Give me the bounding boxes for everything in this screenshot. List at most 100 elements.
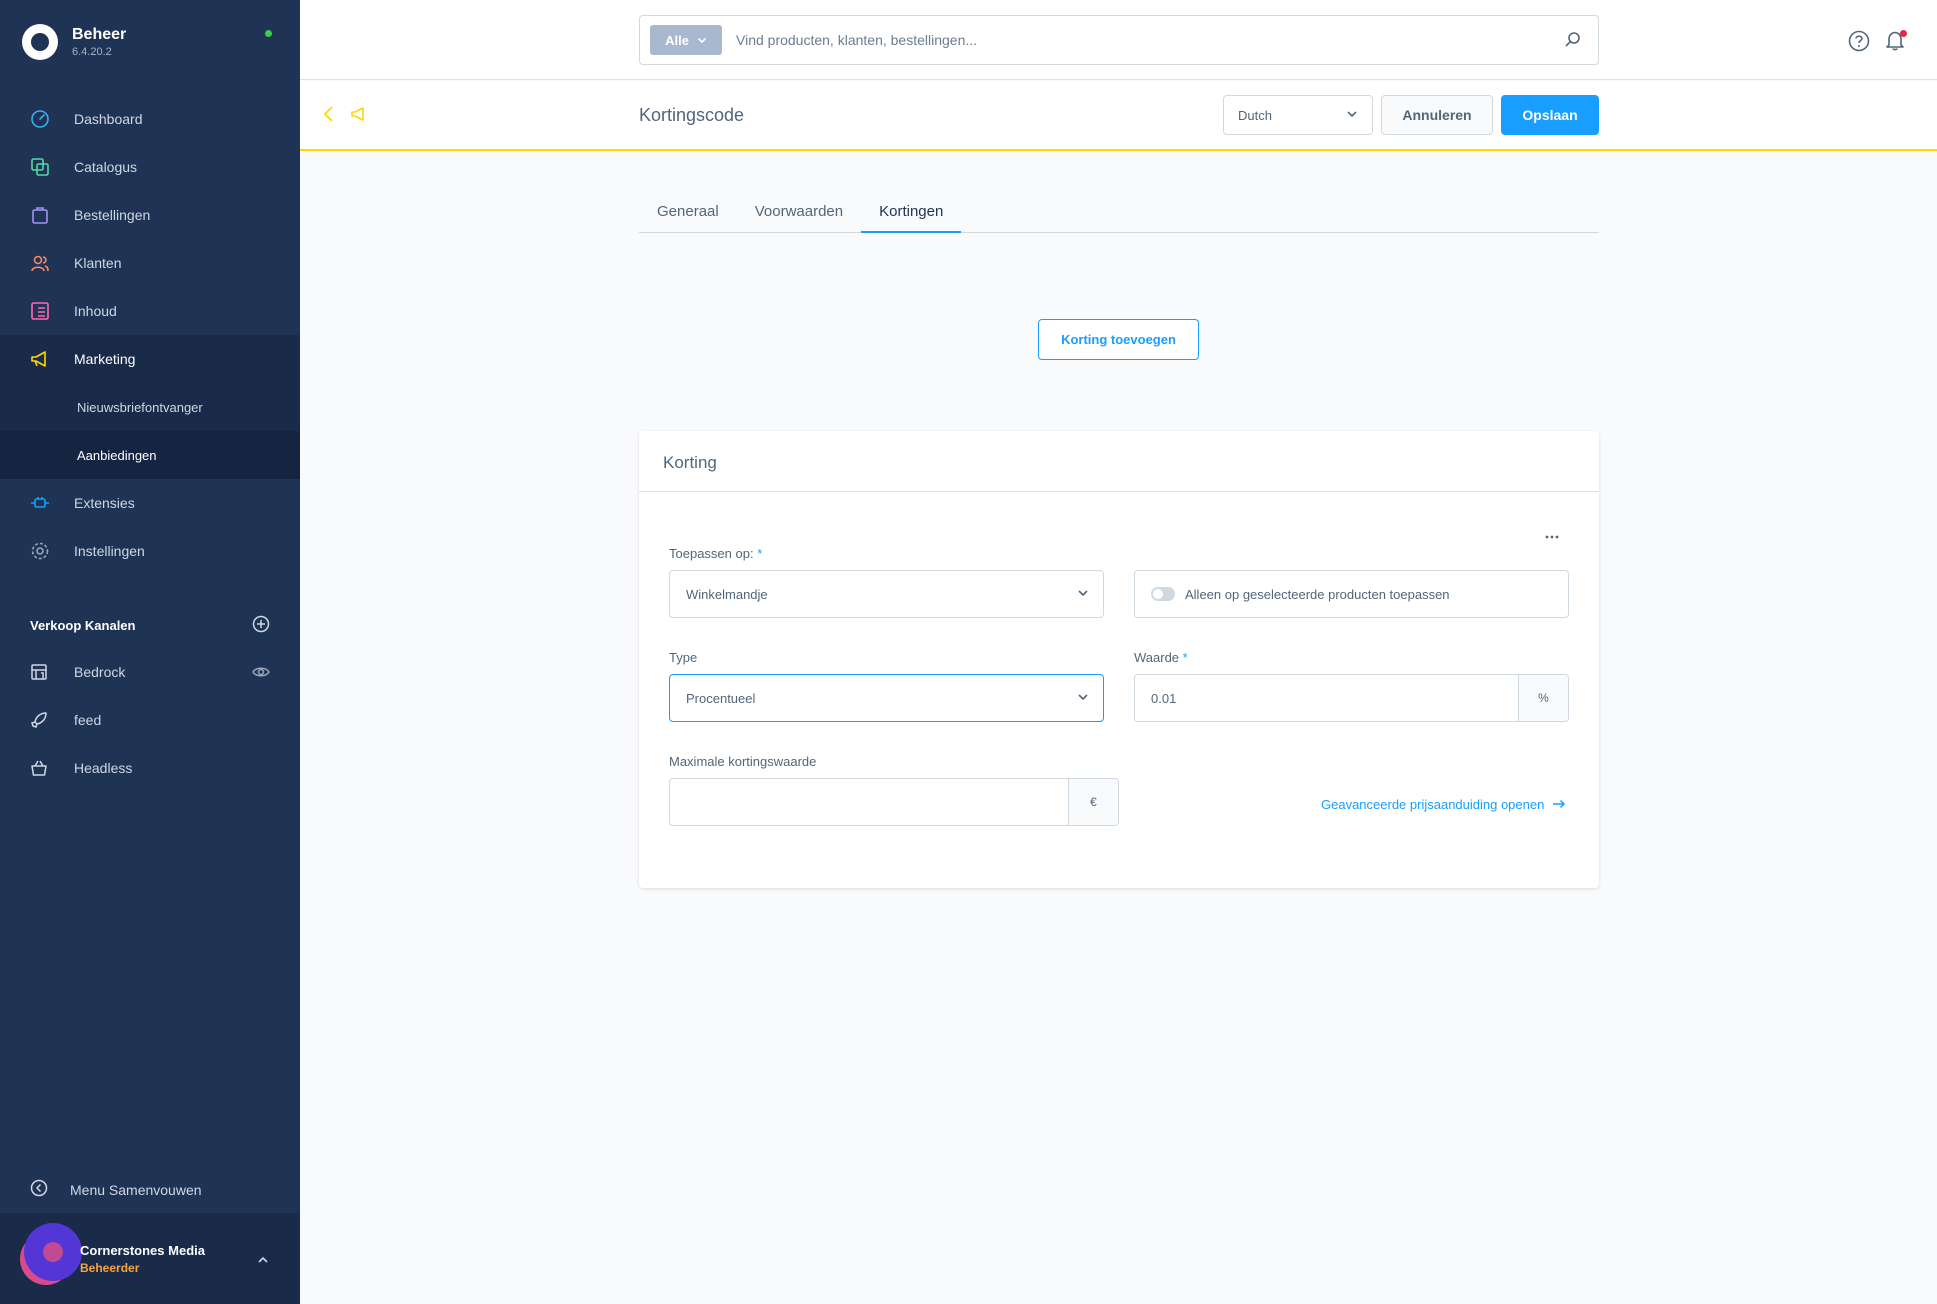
sidebar-subitem-nieuwsbriefontvanger[interactable]: Nieuwsbriefontvanger	[0, 383, 300, 431]
notification-badge	[1900, 30, 1907, 37]
sidebar-item-label: Dashboard	[74, 111, 143, 127]
brand-title: Beheer	[72, 26, 127, 43]
language-select-value: Dutch	[1238, 107, 1272, 123]
sales-channel-label: feed	[74, 712, 102, 728]
sidebar-item-bestellingen[interactable]: Bestellingen	[0, 191, 300, 239]
add-discount-button[interactable]: Korting toevoegen	[1038, 319, 1199, 360]
max-discount-label: Maximale kortingswaarde	[669, 754, 817, 769]
eye-icon[interactable]	[252, 663, 270, 684]
type-value: Procentueel	[686, 690, 756, 706]
shopware-logo-icon	[22, 24, 58, 60]
back-arrow-icon[interactable]	[322, 105, 336, 126]
help-icon[interactable]	[1848, 30, 1870, 55]
user-profile[interactable]: Cornerstones Media Beheerder	[0, 1213, 300, 1304]
sidebar-item-catalogus[interactable]: Catalogus	[0, 143, 300, 191]
tab-voorwaarden[interactable]: Voorwaarden	[737, 195, 861, 233]
apply-to-value: Winkelmandje	[686, 586, 768, 602]
sales-channel-label: Bedrock	[74, 664, 126, 680]
sales-channels-list: Bedrock feed Headless	[0, 648, 300, 792]
save-button[interactable]: Opslaan	[1501, 95, 1599, 135]
sidebar-subitem-aanbiedingen[interactable]: Aanbiedingen	[0, 431, 300, 479]
value-suffix: %	[1518, 675, 1568, 721]
tab-generaal[interactable]: Generaal	[639, 195, 737, 233]
value-input[interactable]: 0.01 %	[1134, 674, 1569, 722]
selected-products-toggle-field: Alleen op geselecteerde producten toepas…	[1134, 570, 1569, 618]
value-input-value: 0.01	[1151, 690, 1177, 706]
search-type-label: Alle	[665, 32, 689, 48]
sales-channels-header: Verkoop Kanalen	[30, 615, 270, 636]
chevron-down-icon	[1346, 108, 1358, 123]
sidebar-item-label: Catalogus	[74, 159, 138, 175]
sales-channel-label: Headless	[74, 760, 133, 776]
chevron-down-icon	[1077, 691, 1089, 706]
sidebar-item-label: Bestellingen	[74, 207, 151, 223]
sidebar-item-label: Extensies	[74, 495, 135, 511]
sidebar-item-instellingen[interactable]: Instellingen	[0, 527, 300, 575]
apply-to-select[interactable]: Winkelmandje	[669, 570, 1104, 618]
page-header: Kortingscode Dutch Annuleren Opslaan	[300, 81, 1937, 151]
collapse-menu-button[interactable]: Menu Samenvouwen	[30, 1179, 202, 1200]
sidebar-item-label: Inhoud	[74, 303, 117, 319]
selected-products-toggle-label: Alleen op geselecteerde producten toepas…	[1185, 586, 1450, 602]
max-discount-suffix: €	[1068, 779, 1118, 825]
sidebar-item-inhoud[interactable]: Inhoud	[0, 287, 300, 335]
sales-channel-headless[interactable]: Headless	[0, 744, 300, 792]
megaphone-icon	[30, 349, 50, 369]
discount-card-title: Korting	[639, 431, 1599, 492]
gear-icon	[30, 541, 50, 561]
tab-bar: Generaal Voorwaarden Kortingen	[639, 195, 1599, 233]
collapse-menu-label: Menu Samenvouwen	[70, 1181, 202, 1198]
sales-channels-title: Verkoop Kanalen	[30, 618, 136, 633]
required-mark: *	[757, 546, 763, 561]
sidebar-item-label: Instellingen	[74, 543, 145, 559]
sidebar-item-dashboard[interactable]: Dashboard	[0, 95, 300, 143]
sidebar-item-marketing[interactable]: Marketing	[0, 335, 300, 383]
copy-icon	[30, 157, 50, 177]
cancel-button[interactable]: Annuleren	[1381, 95, 1493, 135]
sidebar-subitem-label: Nieuwsbriefontvanger	[77, 399, 203, 415]
chevron-up-icon[interactable]	[256, 1253, 270, 1270]
search-type-select[interactable]: Alle	[650, 25, 722, 55]
advanced-pricing-link[interactable]: Geavanceerde prijsaanduiding openen	[1321, 797, 1566, 812]
selected-products-toggle[interactable]	[1151, 587, 1175, 601]
search-input[interactable]	[736, 32, 1564, 48]
user-name: Cornerstones Media	[80, 1243, 205, 1258]
user-role: Beheerder	[80, 1261, 140, 1275]
sales-channel-bedrock[interactable]: Bedrock	[0, 648, 300, 696]
brand-version: 6.4.20.2	[72, 46, 112, 58]
plug-icon	[30, 493, 50, 513]
language-select[interactable]: Dutch	[1223, 95, 1373, 135]
top-bar: Alle	[300, 0, 1937, 80]
apply-to-label: Toepassen op: *	[669, 546, 763, 561]
tab-kortingen[interactable]: Kortingen	[861, 195, 962, 233]
main-nav: Dashboard Catalogus Bestellingen Klanten…	[0, 95, 300, 575]
type-select[interactable]: Procentueel	[669, 674, 1104, 722]
sidebar-item-label: Klanten	[74, 255, 122, 271]
chevron-left-circle-icon	[30, 1179, 48, 1200]
discount-card: Korting Toepassen op: * Winkelmandje All…	[639, 431, 1599, 888]
required-mark: *	[1182, 650, 1188, 665]
more-options-icon[interactable]	[1545, 527, 1559, 543]
chevron-down-icon	[1077, 587, 1089, 602]
rocket-icon	[30, 711, 48, 729]
sales-channel-feed[interactable]: feed	[0, 696, 300, 744]
sidebar-item-klanten[interactable]: Klanten	[0, 239, 300, 287]
advanced-pricing-label: Geavanceerde prijsaanduiding openen	[1321, 797, 1545, 812]
users-icon	[30, 253, 50, 273]
search-icon[interactable]	[1564, 30, 1582, 51]
sidebar: Beheer 6.4.20.2 Dashboard Catalogus Best…	[0, 0, 300, 1304]
avatar	[20, 1223, 82, 1285]
global-search: Alle	[639, 15, 1599, 65]
max-discount-input[interactable]: €	[669, 778, 1119, 826]
chevron-down-icon	[697, 33, 707, 48]
sidebar-subitem-label: Aanbiedingen	[77, 447, 157, 463]
value-label: Waarde *	[1134, 650, 1188, 665]
page-title: Kortingscode	[639, 105, 745, 125]
add-sales-channel-icon[interactable]	[252, 615, 270, 636]
gauge-icon	[30, 109, 50, 129]
arrow-right-icon	[1552, 797, 1566, 812]
sidebar-item-label: Marketing	[74, 351, 136, 367]
brand[interactable]: Beheer 6.4.20.2	[22, 24, 126, 60]
sidebar-item-extensies[interactable]: Extensies	[0, 479, 300, 527]
megaphone-icon	[350, 106, 368, 125]
